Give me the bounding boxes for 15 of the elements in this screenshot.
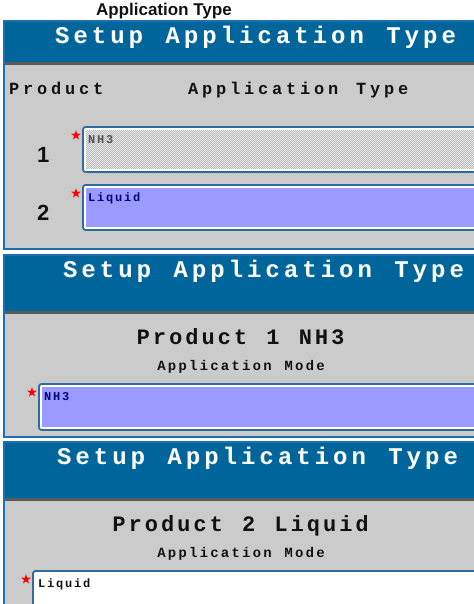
field-label: Application Mode <box>157 546 327 562</box>
product-heading: Product 1 NH3 <box>136 326 348 351</box>
column-header: Application Type <box>188 81 414 100</box>
screen-title: Setup Application Type <box>63 258 468 285</box>
column-header: Product <box>9 81 108 100</box>
field-label: Application Mode <box>157 359 327 375</box>
page-heading: Application Type <box>96 0 232 19</box>
input-field[interactable]: Liquid <box>32 570 474 604</box>
row-number: 1 <box>37 140 50 168</box>
input-field[interactable]: NH3 <box>38 383 474 431</box>
row-number: 2 <box>37 198 50 226</box>
screen-title: Setup Application Type <box>55 24 460 51</box>
screen-title: Setup Application Type <box>57 445 462 472</box>
input-field[interactable]: Liquid <box>82 184 474 231</box>
product-heading: Product 2 Liquid <box>112 513 372 538</box>
